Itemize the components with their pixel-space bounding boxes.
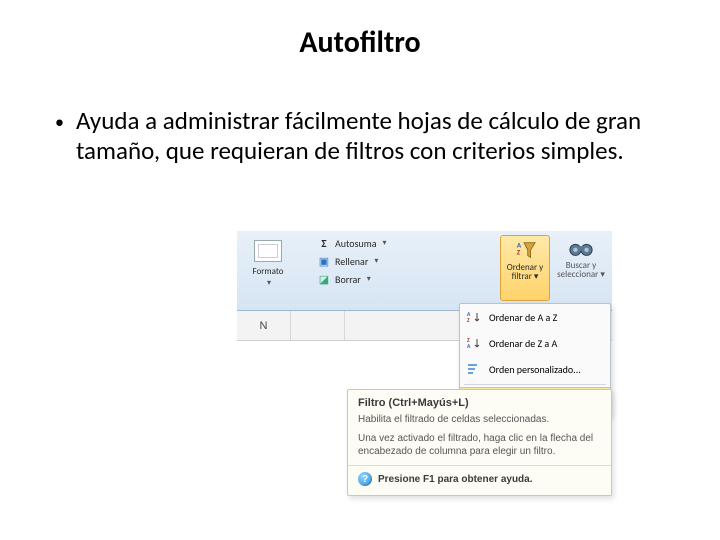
menu-custom-sort-label: Orden personalizado... [489,363,581,376]
editing-group: Σ Autosuma ▾ ▣ Rellenar ▾ ◪ Borrar ▾ [317,235,387,287]
menu-sort-za[interactable]: ZA Ordenar de Z a A [460,330,610,356]
find-select-label: Buscar y seleccionar ▾ [557,261,605,280]
ribbon: Formato ▾ Σ Autosuma ▾ ▣ Rellenar ▾ ◪ Bo… [237,231,612,311]
sort-za-icon: ZA [466,335,482,351]
fill-button[interactable]: ▣ Rellenar ▾ [317,253,387,269]
chevron-down-icon: ▾ [374,256,378,266]
svg-text:A: A [467,344,471,350]
sort-filter-button[interactable]: A Z Ordenar y filtrar ▾ [500,235,550,301]
chevron-down-icon: ▾ [267,278,271,288]
excel-screenshot: Formato ▾ Σ Autosuma ▾ ▣ Rellenar ▾ ◪ Bo… [237,231,612,496]
custom-sort-icon [466,361,482,377]
column-header[interactable] [291,311,345,340]
menu-separator [464,384,606,385]
sort-az-icon: AZ [466,309,482,325]
tooltip-title: Filtro (Ctrl+Mayús+L) [348,390,611,411]
binoculars-icon [568,237,594,259]
bullet-block: • Ayuda a administrar fácilmente hojas d… [55,106,670,166]
tooltip-line1: Habilita el filtrado de celdas seleccion… [358,413,601,426]
svg-text:Z: Z [517,248,521,257]
tooltip-help-row: ? Presione F1 para obtener ayuda. [348,466,611,493]
svg-text:Z: Z [467,318,470,324]
slide: Autofiltro • Ayuda a administrar fácilme… [0,0,720,540]
chevron-down-icon: ▾ [367,274,371,284]
tooltip-line2: Una vez activado el filtrado, haga clic … [358,432,601,458]
menu-sort-za-label: Ordenar de Z a A [489,337,557,350]
find-select-button[interactable]: Buscar y seleccionar ▾ [557,237,605,280]
menu-sort-az-label: Ordenar de A a Z [489,311,557,324]
tooltip-help-text: Presione F1 para obtener ayuda. [378,474,533,485]
autosum-button[interactable]: Σ Autosuma ▾ [317,235,387,251]
column-header-n[interactable]: N [237,311,291,340]
clear-button[interactable]: ◪ Borrar ▾ [317,271,387,287]
menu-sort-az[interactable]: AZ Ordenar de A a Z [460,304,610,330]
fill-label: Rellenar [335,255,368,268]
format-button[interactable]: Formato ▾ [247,237,289,297]
bullet-text: Ayuda a administrar fácilmente hojas de … [76,106,670,166]
sort-filter-icon: A Z [514,239,536,261]
chevron-down-icon: ▾ [383,238,387,248]
menu-custom-sort[interactable]: Orden personalizado... [460,356,610,382]
format-icon [254,237,282,265]
fill-down-icon: ▣ [317,254,331,268]
help-icon: ? [358,472,372,486]
sigma-icon: Σ [317,236,331,250]
format-label: Formato [253,267,284,276]
sort-filter-label: Ordenar y filtrar ▾ [501,263,549,282]
tooltip-body: Habilita el filtrado de celdas seleccion… [348,411,611,462]
bullet-item: • Ayuda a administrar fácilmente hojas d… [55,106,670,166]
autosum-label: Autosuma [335,237,377,250]
bullet-dot: • [55,106,64,166]
clear-label: Borrar [335,273,361,286]
filter-tooltip: Filtro (Ctrl+Mayús+L) Habilita el filtra… [347,389,612,496]
slide-title: Autofiltro [0,0,720,61]
eraser-icon: ◪ [317,272,331,286]
